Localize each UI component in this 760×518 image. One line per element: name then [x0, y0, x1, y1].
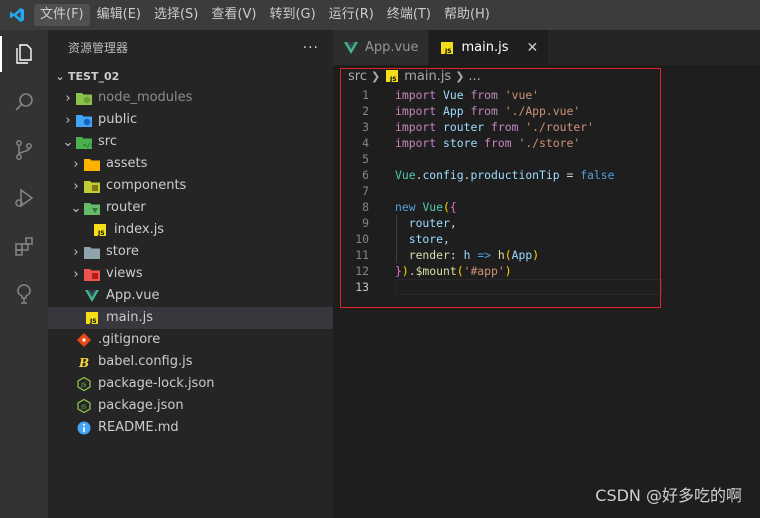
- chevron-right-icon: ›: [73, 156, 79, 172]
- watermark: CSDN @好多吃的啊: [595, 486, 742, 505]
- tree-item-label: .gitignore: [98, 332, 161, 347]
- js-file-icon: JS: [439, 40, 455, 56]
- tree-item-label: package.json: [98, 398, 184, 413]
- svg-text:</>: </>: [83, 142, 92, 149]
- menu-item[interactable]: 转到(G): [263, 4, 321, 26]
- chevron-down-icon: ⌄: [62, 134, 74, 150]
- svg-text:JS: JS: [80, 383, 87, 389]
- menu-item[interactable]: 查看(V): [205, 4, 262, 26]
- remote-explorer-icon[interactable]: [0, 270, 48, 318]
- activity-bar: [0, 30, 48, 518]
- menu-item[interactable]: 文件(F): [34, 4, 90, 26]
- vue-file-icon: [84, 288, 100, 304]
- chevron-right-icon: ›: [73, 244, 79, 260]
- tree-item-label: babel.config.js: [98, 354, 193, 369]
- tree-item-label: assets: [106, 156, 148, 171]
- components-folder-icon: [84, 178, 100, 194]
- tree-item-views[interactable]: › views: [48, 263, 333, 285]
- explorer-title: 资源管理器: [68, 41, 129, 55]
- project-name: TEST_02: [68, 69, 120, 83]
- tree-item-label: components: [106, 178, 187, 193]
- git-file-icon: [76, 332, 92, 348]
- extensions-icon[interactable]: [0, 222, 48, 270]
- public-folder-icon: [76, 112, 92, 128]
- svg-text:JS: JS: [80, 405, 87, 411]
- vue-file-icon: [343, 40, 359, 56]
- info-file-icon: [76, 420, 92, 436]
- chevron-down-icon: ⌄: [70, 200, 82, 216]
- tree-item-label: node_modules: [98, 90, 193, 105]
- tree-item-index-js[interactable]: JS index.js: [48, 219, 333, 241]
- node-file-icon: JS: [76, 376, 92, 392]
- tree-item-node-modules[interactable]: › node_modules: [48, 87, 333, 109]
- router-folder-icon: [84, 200, 100, 216]
- explorer-icon[interactable]: [0, 30, 48, 78]
- assets-folder-icon: [84, 156, 100, 172]
- js-file-icon: JS: [84, 310, 100, 326]
- search-icon[interactable]: [0, 78, 48, 126]
- tree-item-readme-md[interactable]: README.md: [48, 417, 333, 439]
- vscode-logo-icon[interactable]: [0, 0, 34, 30]
- tree-item-label: package-lock.json: [98, 376, 215, 391]
- more-actions-icon[interactable]: ···: [303, 40, 319, 56]
- tree-item-store[interactable]: › store: [48, 241, 333, 263]
- tree-item-package-lock-json[interactable]: JS package-lock.json: [48, 373, 333, 395]
- tree-item-public[interactable]: › public: [48, 109, 333, 131]
- tree-item-src[interactable]: ⌄ </> src: [48, 131, 333, 153]
- svg-text:JS: JS: [444, 48, 452, 54]
- editor-tabs: App.vue JS main.js ✕: [333, 30, 760, 65]
- chevron-down-icon: ⌄: [55, 69, 65, 83]
- tree-item-label: src: [98, 134, 117, 149]
- tab-label: App.vue: [365, 40, 419, 55]
- svg-text:JS: JS: [89, 318, 97, 324]
- chevron-right-icon: ›: [73, 266, 79, 282]
- tree-item-package-json[interactable]: JS package.json: [48, 395, 333, 417]
- src-folder-icon: </>: [76, 134, 92, 150]
- store-folder-icon: [84, 244, 100, 260]
- menu-bar: 文件(F) 编辑(E) 选择(S) 查看(V) 转到(G) 运行(R) 终端(T) 帮助(H): [34, 4, 497, 26]
- tree-item-babel-config-js[interactable]: Bbabel.config.js: [48, 351, 333, 373]
- chevron-right-icon: ›: [73, 178, 79, 194]
- tab-app-vue[interactable]: App.vue: [333, 30, 430, 65]
- explorer-header: 资源管理器 ···: [48, 30, 333, 65]
- tree-item-app-vue[interactable]: App.vue: [48, 285, 333, 307]
- babel-file-icon: B: [76, 354, 92, 370]
- tree-item-label: router: [106, 200, 146, 215]
- tree-item-main-js[interactable]: JS main.js: [48, 307, 333, 329]
- tab-main-js[interactable]: JS main.js ✕: [429, 30, 550, 65]
- source-control-icon[interactable]: [0, 126, 48, 174]
- title-bar: 文件(F) 编辑(E) 选择(S) 查看(V) 转到(G) 运行(R) 终端(T) 帮助(H): [0, 0, 760, 30]
- js-file-icon: JS: [92, 222, 108, 238]
- tree-item-gitignore[interactable]: .gitignore: [48, 329, 333, 351]
- tree-item-label: main.js: [106, 310, 153, 325]
- tab-label: main.js: [461, 40, 509, 55]
- views-folder-icon: [84, 266, 100, 282]
- tree-item-assets[interactable]: › assets: [48, 153, 333, 175]
- tree-item-label: App.vue: [106, 288, 160, 303]
- menu-item[interactable]: 运行(R): [323, 4, 380, 26]
- menu-item[interactable]: 选择(S): [148, 4, 204, 26]
- tree-item-label: index.js: [114, 222, 165, 237]
- tree-item-router[interactable]: ⌄ router: [48, 197, 333, 219]
- node-folder-icon: [76, 90, 92, 106]
- tree-item-label: views: [106, 266, 143, 281]
- close-icon[interactable]: ✕: [526, 40, 538, 56]
- tree-item-components[interactable]: › components: [48, 175, 333, 197]
- chevron-right-icon: ›: [65, 90, 71, 106]
- file-tree: › node_modules › public ⌄ </> src › assets › compo…: [48, 87, 333, 439]
- chevron-right-icon: ›: [65, 112, 71, 128]
- tree-item-label: README.md: [98, 420, 179, 435]
- menu-item[interactable]: 编辑(E): [91, 4, 147, 26]
- menu-item[interactable]: 终端(T): [381, 4, 437, 26]
- svg-text:JS: JS: [97, 230, 105, 236]
- highlight-annotation-box: [340, 68, 661, 308]
- explorer-sidebar: 资源管理器 ··· ⌄ TEST_02 › node_modules › public…: [48, 30, 333, 518]
- node-file-icon: JS: [76, 398, 92, 414]
- tree-item-label: store: [106, 244, 139, 259]
- svg-text:B: B: [78, 356, 89, 369]
- project-section-header[interactable]: ⌄ TEST_02: [48, 65, 333, 87]
- run-debug-icon[interactable]: [0, 174, 48, 222]
- menu-item[interactable]: 帮助(H): [438, 4, 496, 26]
- tree-item-label: public: [98, 112, 138, 127]
